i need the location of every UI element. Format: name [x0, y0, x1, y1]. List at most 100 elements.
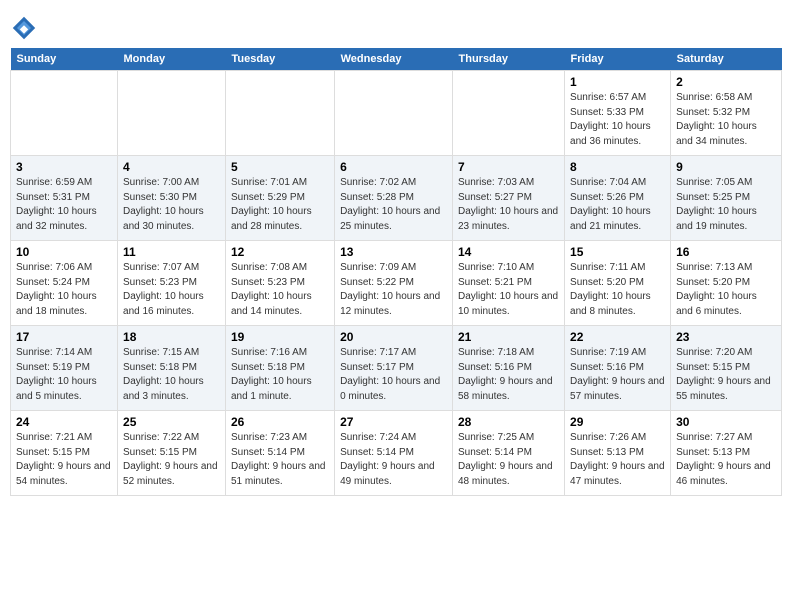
day-cell: 3Sunrise: 6:59 AMSunset: 5:31 PMDaylight… — [11, 156, 118, 241]
day-info: Sunset: 5:19 PM — [16, 361, 112, 376]
day-cell: 28Sunrise: 7:25 AMSunset: 5:14 PMDayligh… — [453, 411, 565, 496]
calendar-table: SundayMondayTuesdayWednesdayThursdayFrid… — [10, 48, 782, 496]
day-info: Sunset: 5:26 PM — [570, 191, 665, 206]
day-info: Sunrise: 7:24 AM — [340, 431, 447, 446]
day-number: 7 — [458, 160, 559, 174]
day-number: 14 — [458, 245, 559, 259]
day-cell — [11, 71, 118, 156]
day-cell: 4Sunrise: 7:00 AMSunset: 5:30 PMDaylight… — [118, 156, 226, 241]
day-info: Sunset: 5:23 PM — [231, 276, 329, 291]
day-info: Sunrise: 7:21 AM — [16, 431, 112, 446]
day-cell: 22Sunrise: 7:19 AMSunset: 5:16 PMDayligh… — [565, 326, 671, 411]
day-info: Sunrise: 7:08 AM — [231, 261, 329, 276]
day-cell: 6Sunrise: 7:02 AMSunset: 5:28 PMDaylight… — [335, 156, 453, 241]
day-info: Daylight: 10 hours and 12 minutes. — [340, 290, 447, 319]
day-info: Daylight: 10 hours and 0 minutes. — [340, 375, 447, 404]
day-cell: 11 Sunrise: 7:07 AMSunset: 5:23 PMDayligh… — [118, 241, 226, 326]
day-cell: 27Sunrise: 7:24 AMSunset: 5:14 PMDayligh… — [335, 411, 453, 496]
day-cell: 25Sunrise: 7:22 AMSunset: 5:15 PMDayligh… — [118, 411, 226, 496]
logo — [10, 14, 42, 42]
day-number: 6 — [340, 160, 447, 174]
day-number: 21 — [458, 330, 559, 344]
day-number: 4 — [123, 160, 220, 174]
day-info: Daylight: 10 hours and 28 minutes. — [231, 205, 329, 234]
day-info: Daylight: 10 hours and 36 minutes. — [570, 120, 665, 149]
day-number: 25 — [123, 415, 220, 429]
day-info: Daylight: 9 hours and 52 minutes. — [123, 460, 220, 489]
day-cell: 18Sunrise: 7:15 AMSunset: 5:18 PMDayligh… — [118, 326, 226, 411]
day-number: 24 — [16, 415, 112, 429]
day-info: Daylight: 9 hours and 48 minutes. — [458, 460, 559, 489]
day-info: Sunset: 5:31 PM — [16, 191, 112, 206]
day-number: 30 — [676, 415, 776, 429]
day-info: Daylight: 10 hours and 23 minutes. — [458, 205, 559, 234]
day-cell: 14Sunrise: 7:10 AMSunset: 5:21 PMDayligh… — [453, 241, 565, 326]
day-info: Daylight: 9 hours and 54 minutes. — [16, 460, 112, 489]
day-info: Daylight: 9 hours and 57 minutes. — [570, 375, 665, 404]
week-row-4: 17 Sunrise: 7:14 AMSunset: 5:19 PM Dayligh… — [11, 326, 782, 411]
day-info: Sunrise: 7:26 AM — [570, 431, 665, 446]
day-info: Sunset: 5:17 PM — [340, 361, 447, 376]
day-number: 26 — [231, 415, 329, 429]
day-info: Sunset: 5:27 PM — [458, 191, 559, 206]
day-info: Daylight: 10 hours and 25 minutes. — [340, 205, 447, 234]
day-info: Daylight: 10 hours and 19 minutes. — [676, 205, 776, 234]
day-info: Sunset: 5:14 PM — [340, 446, 447, 461]
day-number: 18 — [123, 330, 220, 344]
day-info: Sunrise: 7:23 AM — [231, 431, 329, 446]
day-number: 1 — [570, 75, 665, 89]
day-cell — [118, 71, 226, 156]
day-info: Sunrise: 7:15 AM — [123, 346, 220, 361]
day-cell: 19Sunrise: 7:16 AMSunset: 5:18 PMDayligh… — [225, 326, 334, 411]
day-info: Sunset: 5:18 PM — [231, 361, 329, 376]
day-info: Sunrise: 7:02 AM — [340, 176, 447, 191]
day-number: 23 — [676, 330, 776, 344]
day-number: 2 — [676, 75, 776, 89]
day-info: Sunset: 5:13 PM — [570, 446, 665, 461]
day-info: Sunset: 5:15 PM — [16, 446, 112, 461]
day-number: 17 — [16, 330, 112, 344]
day-cell — [225, 71, 334, 156]
day-cell: 5Sunrise: 7:01 AMSunset: 5:29 PMDaylight… — [225, 156, 334, 241]
day-info: Daylight: 10 hours and 34 minutes. — [676, 120, 776, 149]
day-info: Sunset: 5:23 PM — [123, 276, 220, 291]
header-cell-thursday: Thursday — [453, 48, 565, 71]
day-cell: 2Sunrise: 6:58 AMSunset: 5:32 PMDaylight… — [671, 71, 782, 156]
day-info: Daylight: 10 hours and 1 minute. — [231, 375, 329, 404]
day-info: Daylight: 9 hours and 58 minutes. — [458, 375, 559, 404]
day-cell: 29Sunrise: 7:26 AMSunset: 5:13 PMDayligh… — [565, 411, 671, 496]
day-info: Sunrise: 7:25 AM — [458, 431, 559, 446]
day-info: Daylight: 10 hours and 6 minutes. — [676, 290, 776, 319]
day-info: Sunset: 5:25 PM — [676, 191, 776, 206]
day-info: Sunrise: 7:10 AM — [458, 261, 559, 276]
day-info: Sunset: 5:33 PM — [570, 106, 665, 121]
day-cell: 24 Sunrise: 7:21 AMSunset: 5:15 PMDayligh… — [11, 411, 118, 496]
day-info: Sunrise: 7:05 AM — [676, 176, 776, 191]
day-info: Sunrise: 7:09 AM — [340, 261, 447, 276]
day-cell: 23Sunrise: 7:20 AMSunset: 5:15 PMDayligh… — [671, 326, 782, 411]
day-info: Daylight: 10 hours and 32 minutes. — [16, 205, 112, 234]
day-number: 8 — [570, 160, 665, 174]
day-info: Sunrise: 7:14 AM — [16, 346, 112, 361]
header-cell-sunday: Sunday — [11, 48, 118, 71]
day-cell: 9 Sunrise: 7:05 AMSunset: 5:25 PMDaylight… — [671, 156, 782, 241]
day-info: Daylight: 9 hours and 49 minutes. — [340, 460, 447, 489]
week-row-1: 1Sunrise: 6:57 AMSunset: 5:33 PMDaylight… — [11, 71, 782, 156]
day-info: Daylight: 10 hours and 16 minutes. — [123, 290, 220, 319]
day-info: Daylight: 10 hours and 14 minutes. — [231, 290, 329, 319]
day-info: Sunset: 5:22 PM — [340, 276, 447, 291]
day-number: 11 — [123, 245, 220, 259]
calendar-body: 1Sunrise: 6:57 AMSunset: 5:33 PMDaylight… — [11, 71, 782, 496]
day-number: 10 — [16, 245, 112, 259]
day-cell: 16Sunrise: 7:13 AMSunset: 5:20 PMDayligh… — [671, 241, 782, 326]
day-info: Sunrise: 7:00 AM — [123, 176, 220, 191]
day-info: Sunrise: 7:27 AM — [676, 431, 776, 446]
day-info: Sunrise: 7:17 AM — [340, 346, 447, 361]
day-info: Daylight: 10 hours and 30 minutes. — [123, 205, 220, 234]
header-cell-saturday: Saturday — [671, 48, 782, 71]
day-cell: 10Sunrise: 7:06 AMSunset: 5:24 PMDayligh… — [11, 241, 118, 326]
day-info: Sunrise: 7:07 AM — [123, 261, 220, 276]
day-number: 29 — [570, 415, 665, 429]
day-number: 9 — [676, 160, 776, 174]
day-info: Sunset: 5:13 PM — [676, 446, 776, 461]
